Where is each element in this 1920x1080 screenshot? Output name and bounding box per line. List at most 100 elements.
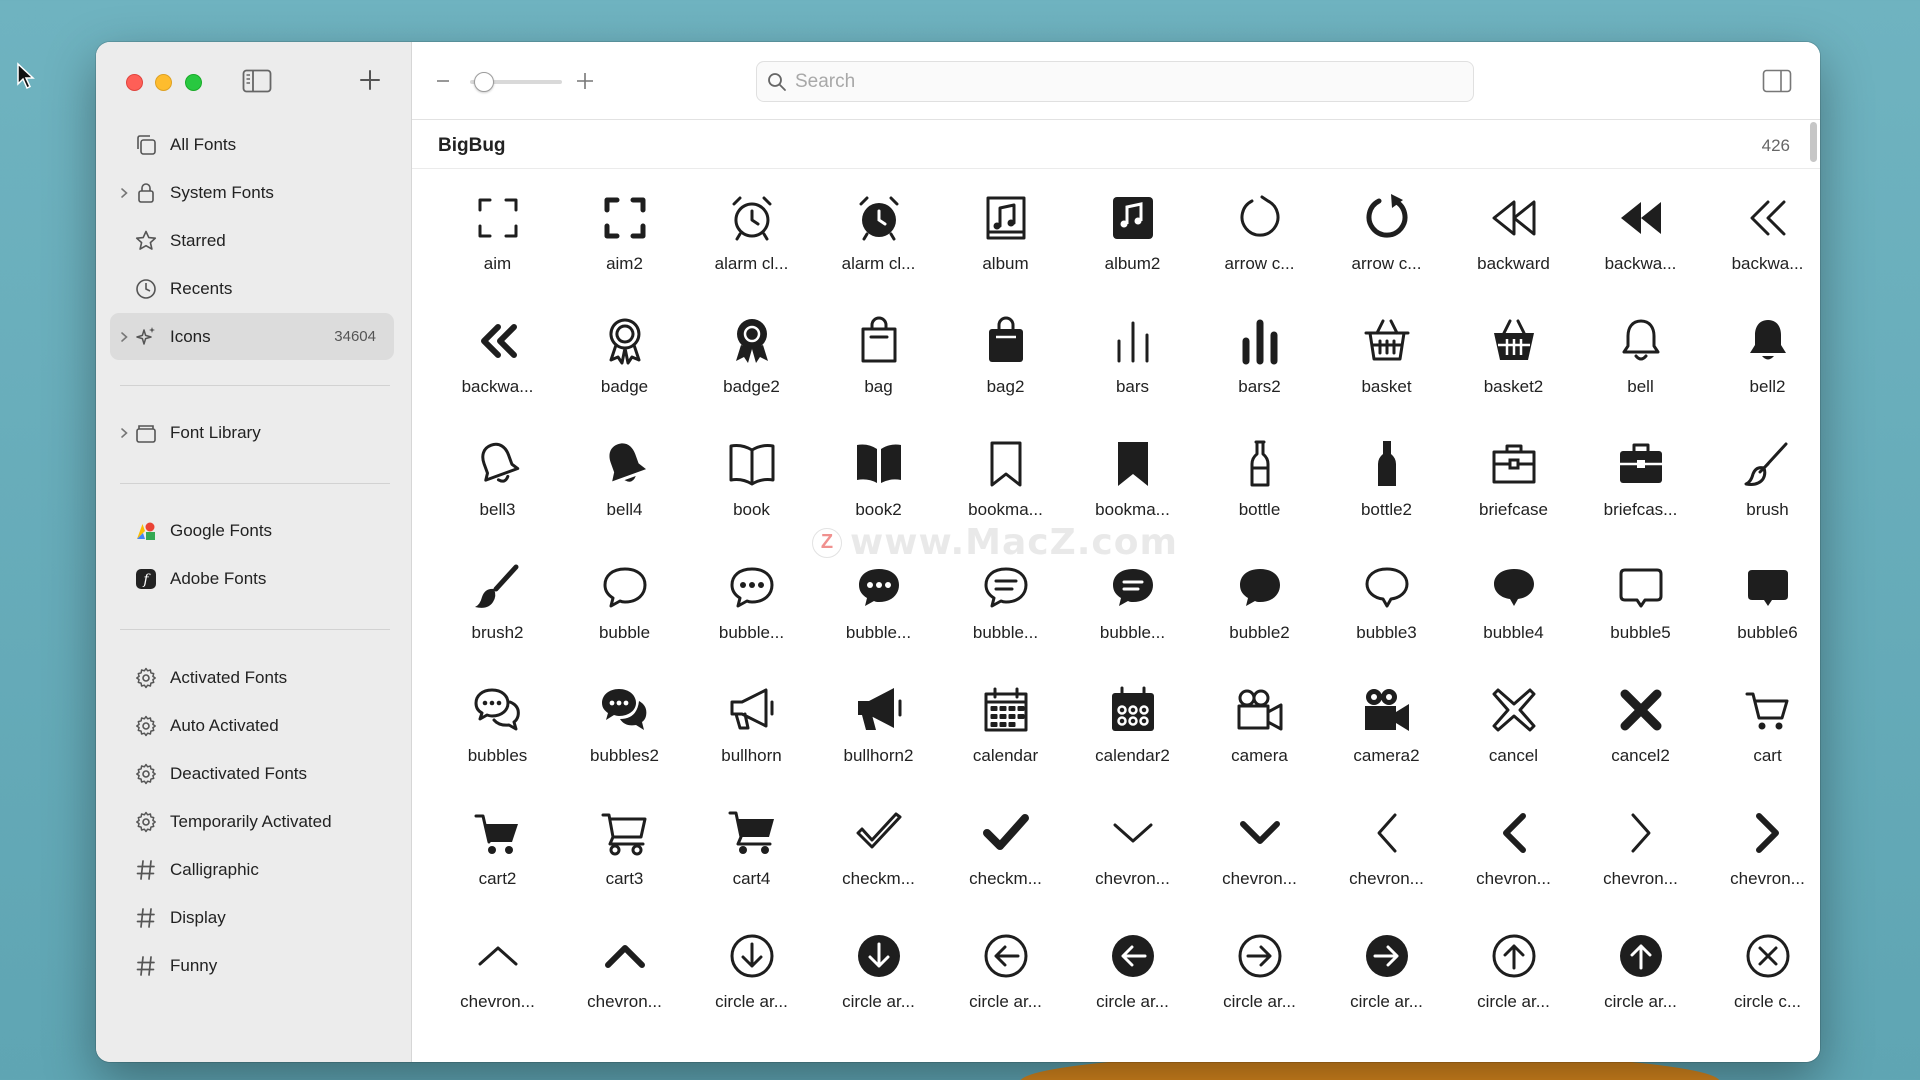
- sidebar-item-calligraphic[interactable]: Calligraphic: [110, 846, 394, 893]
- sidebar-item-display[interactable]: Display: [110, 894, 394, 941]
- glyph-cell[interactable]: arrow c...: [1323, 192, 1450, 315]
- glyph-cell[interactable]: bubbles: [434, 684, 561, 807]
- glyph-cell[interactable]: bag2: [942, 315, 1069, 438]
- add-collection-button[interactable]: [358, 68, 382, 97]
- glyph-cell[interactable]: bubble5: [1577, 561, 1704, 684]
- glyph-cell[interactable]: bag: [815, 315, 942, 438]
- glyph-cell[interactable]: bubble...: [815, 561, 942, 684]
- glyph-cell[interactable]: bubble6: [1704, 561, 1820, 684]
- disclosure-chevron-icon[interactable]: [118, 426, 130, 445]
- inspector-toggle-icon[interactable]: [1762, 69, 1792, 98]
- glyph-cell[interactable]: bell3: [434, 438, 561, 561]
- glyph-cell[interactable]: checkm...: [815, 807, 942, 930]
- sidebar-item-font-library[interactable]: Font Library: [110, 409, 394, 456]
- glyph-cell[interactable]: cancel2: [1577, 684, 1704, 807]
- disclosure-chevron-icon[interactable]: [118, 186, 130, 205]
- glyph-cell[interactable]: badge2: [688, 315, 815, 438]
- scrollbar[interactable]: [1810, 122, 1817, 162]
- glyph-cell[interactable]: bell2: [1704, 315, 1820, 438]
- minimize-window-button[interactable]: [155, 74, 172, 91]
- glyph-cell[interactable]: cancel: [1450, 684, 1577, 807]
- glyph-cell[interactable]: alarm cl...: [688, 192, 815, 315]
- glyph-cell[interactable]: chevron...: [1196, 807, 1323, 930]
- sidebar-item-google-fonts[interactable]: Google Fonts: [110, 507, 394, 554]
- sidebar-item-temporarily-activated[interactable]: Temporarily Activated: [110, 798, 394, 845]
- glyph-cell[interactable]: bubbles2: [561, 684, 688, 807]
- glyph-cell[interactable]: album: [942, 192, 1069, 315]
- glyph-cell[interactable]: circle ar...: [1323, 930, 1450, 1053]
- glyph-cell[interactable]: book: [688, 438, 815, 561]
- glyph-cell[interactable]: briefcase: [1450, 438, 1577, 561]
- zoom-out-icon[interactable]: [434, 70, 452, 97]
- glyph-cell[interactable]: bubble2: [1196, 561, 1323, 684]
- sidebar-item-adobe-fonts[interactable]: f Adobe Fonts: [110, 555, 394, 602]
- sidebar-item-starred[interactable]: Starred: [110, 217, 394, 264]
- glyph-cell[interactable]: arrow c...: [1196, 192, 1323, 315]
- glyph-cell[interactable]: cart: [1704, 684, 1820, 807]
- glyph-cell[interactable]: badge: [561, 315, 688, 438]
- search-input[interactable]: [795, 62, 1455, 101]
- glyph-cell[interactable]: aim2: [561, 192, 688, 315]
- glyph-cell[interactable]: bullhorn: [688, 684, 815, 807]
- sidebar-item-activated-fonts[interactable]: Activated Fonts: [110, 654, 394, 701]
- glyph-cell[interactable]: circle ar...: [1196, 930, 1323, 1053]
- glyph-cell[interactable]: calendar2: [1069, 684, 1196, 807]
- glyph-cell[interactable]: circle ar...: [942, 930, 1069, 1053]
- glyph-cell[interactable]: cart2: [434, 807, 561, 930]
- glyph-cell[interactable]: bell4: [561, 438, 688, 561]
- glyph-cell[interactable]: checkm...: [942, 807, 1069, 930]
- glyph-cell[interactable]: bell: [1577, 315, 1704, 438]
- glyph-cell[interactable]: brush: [1704, 438, 1820, 561]
- glyph-cell[interactable]: chevron...: [1450, 807, 1577, 930]
- sidebar-toggle-icon[interactable]: [242, 69, 272, 98]
- glyph-cell[interactable]: album2: [1069, 192, 1196, 315]
- glyph-cell[interactable]: circle ar...: [688, 930, 815, 1053]
- close-window-button[interactable]: [126, 74, 143, 91]
- glyph-cell[interactable]: chevron...: [1069, 807, 1196, 930]
- glyph-cell[interactable]: chevron...: [1577, 807, 1704, 930]
- glyph-cell[interactable]: bubble...: [688, 561, 815, 684]
- glyph-cell[interactable]: circle c...: [1704, 930, 1820, 1053]
- glyph-cell[interactable]: aim: [434, 192, 561, 315]
- glyph-cell[interactable]: chevron...: [1323, 807, 1450, 930]
- glyph-cell[interactable]: bullhorn2: [815, 684, 942, 807]
- sidebar-item-system-fonts[interactable]: System Fonts: [110, 169, 394, 216]
- glyph-cell[interactable]: bars: [1069, 315, 1196, 438]
- glyph-cell[interactable]: backward: [1450, 192, 1577, 315]
- sidebar-item-funny[interactable]: Funny: [110, 942, 394, 989]
- glyph-cell[interactable]: bubble4: [1450, 561, 1577, 684]
- glyph-cell[interactable]: bubble3: [1323, 561, 1450, 684]
- glyph-cell[interactable]: camera: [1196, 684, 1323, 807]
- glyph-cell[interactable]: camera2: [1323, 684, 1450, 807]
- glyph-cell[interactable]: bubble: [561, 561, 688, 684]
- glyph-cell[interactable]: circle ar...: [1577, 930, 1704, 1053]
- glyph-cell[interactable]: bubble...: [942, 561, 1069, 684]
- glyph-cell[interactable]: bubble...: [1069, 561, 1196, 684]
- glyph-cell[interactable]: backwa...: [1577, 192, 1704, 315]
- glyph-cell[interactable]: basket2: [1450, 315, 1577, 438]
- sidebar-item-deactivated-fonts[interactable]: Deactivated Fonts: [110, 750, 394, 797]
- glyph-cell[interactable]: circle ar...: [815, 930, 942, 1053]
- sidebar-item-recents[interactable]: Recents: [110, 265, 394, 312]
- zoom-window-button[interactable]: [185, 74, 202, 91]
- glyph-cell[interactable]: circle ar...: [1069, 930, 1196, 1053]
- glyph-cell[interactable]: calendar: [942, 684, 1069, 807]
- glyph-cell[interactable]: bottle: [1196, 438, 1323, 561]
- zoom-slider-knob[interactable]: [473, 72, 494, 92]
- glyph-cell[interactable]: chevron...: [561, 930, 688, 1053]
- glyph-cell[interactable]: bars2: [1196, 315, 1323, 438]
- glyph-cell[interactable]: chevron...: [434, 930, 561, 1053]
- glyph-cell[interactable]: chevron...: [1704, 807, 1820, 930]
- sidebar-item-auto-activated[interactable]: Auto Activated: [110, 702, 394, 749]
- zoom-in-icon[interactable]: [574, 70, 596, 97]
- glyph-cell[interactable]: backwa...: [434, 315, 561, 438]
- glyph-cell[interactable]: cart3: [561, 807, 688, 930]
- sidebar-item-icons[interactable]: Icons 34604: [110, 313, 394, 360]
- glyph-cell[interactable]: backwa...: [1704, 192, 1820, 315]
- glyph-cell[interactable]: cart4: [688, 807, 815, 930]
- glyph-cell[interactable]: bottle2: [1323, 438, 1450, 561]
- glyph-cell[interactable]: basket: [1323, 315, 1450, 438]
- sidebar-item-all-fonts[interactable]: All Fonts: [110, 121, 394, 168]
- glyph-cell[interactable]: circle ar...: [1450, 930, 1577, 1053]
- search-field[interactable]: [756, 61, 1474, 102]
